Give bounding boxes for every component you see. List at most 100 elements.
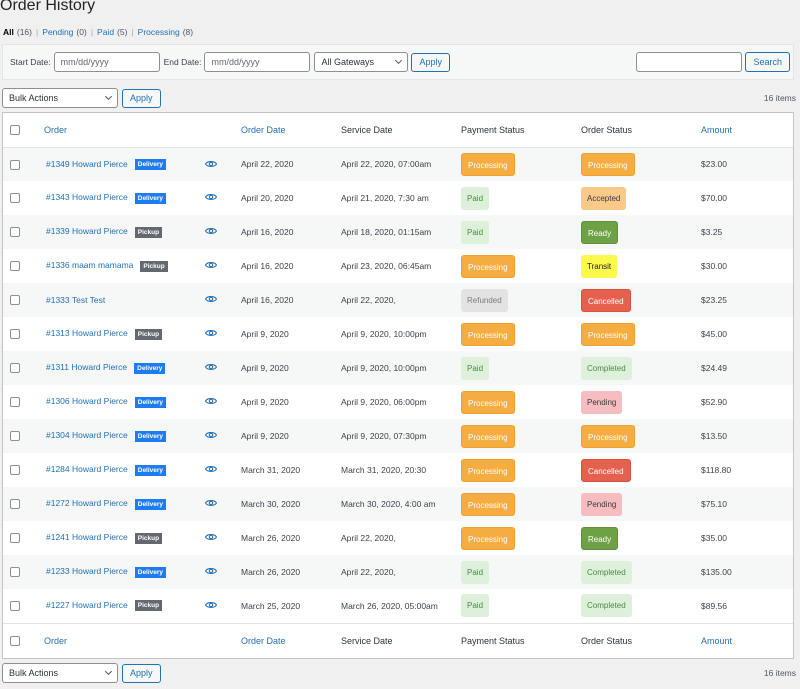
amount: $118.80 (701, 465, 732, 475)
payment-status-badge: Paid (461, 220, 490, 244)
bulk-apply-button[interactable]: Apply (122, 88, 161, 108)
amount: $23.25 (701, 295, 727, 305)
order-type-badge: Pickup (134, 226, 163, 238)
order-link[interactable]: #1306 Howard Pierce (46, 396, 128, 406)
view-link-all[interactable]: All (3, 27, 14, 37)
service-date: April 22, 2020, 07:00am (341, 159, 432, 170)
view-eye-icon[interactable] (204, 397, 218, 407)
amount: $30.00 (701, 261, 727, 271)
order-link[interactable]: #1304 Howard Pierce (46, 430, 128, 440)
service-date: April 9, 2020, 10:00pm (341, 329, 427, 339)
order-type-badge: Delivery (134, 362, 166, 374)
row-checkbox[interactable] (10, 227, 20, 238)
view-eye-icon[interactable] (204, 431, 218, 441)
table-row: #1313 Howard Pierce Pickup April 9, 2020 … (3, 317, 793, 351)
view-eye-icon[interactable] (204, 499, 218, 509)
start-date-label: Start Date: (10, 57, 51, 67)
column-amount[interactable]: Amount (701, 113, 793, 148)
end-date-label: End Date: (163, 57, 202, 67)
items-count: 16 items (763, 93, 796, 103)
order-link[interactable]: #1333 Test Test (46, 295, 105, 305)
column-order[interactable]: Order (33, 113, 205, 148)
search-button[interactable]: Search (745, 52, 790, 72)
order-type-badge: Pickup (134, 328, 163, 340)
table-row: #1233 Howard Pierce Delivery March 26, 20… (3, 555, 793, 589)
view-eye-icon[interactable] (204, 295, 218, 305)
view-link-processing[interactable]: Processing (138, 27, 180, 37)
view-eye-icon[interactable] (204, 601, 218, 611)
order-link[interactable]: #1336 maam mamama (46, 260, 133, 270)
search-input[interactable] (636, 52, 743, 72)
view-eye-icon[interactable] (204, 567, 218, 577)
column-amount-footer[interactable]: Amount (701, 622, 793, 658)
row-checkbox[interactable] (10, 567, 20, 578)
amount: $13.50 (701, 431, 727, 441)
view-eye-icon[interactable] (204, 193, 218, 203)
payment-status-badge: Paid (461, 560, 490, 584)
table-row: #1343 Howard Pierce Delivery April 20, 20… (3, 181, 793, 215)
amount: $135.00 (701, 567, 732, 577)
order-status-badge: Processing (581, 322, 635, 346)
row-checkbox[interactable] (10, 431, 20, 442)
bulk-apply-button-bottom[interactable]: Apply (122, 663, 161, 683)
gateway-select[interactable]: All Gateways (314, 52, 409, 72)
row-checkbox[interactable] (10, 533, 20, 544)
order-link[interactable]: #1343 Howard Pierce (46, 192, 128, 202)
order-link[interactable]: #1313 Howard Pierce (46, 328, 128, 338)
order-link[interactable]: #1311 Howard Pierce (46, 362, 127, 372)
order-type-badge: Delivery (134, 498, 167, 510)
order-link[interactable]: #1284 Howard Pierce (46, 464, 128, 474)
view-eye-icon[interactable] (204, 227, 218, 237)
order-link[interactable]: #1241 Howard Pierce (46, 532, 128, 542)
column-order-footer[interactable]: Order (33, 622, 205, 658)
service-date: April 9, 2020, 10:00pm (341, 363, 427, 373)
bulk-actions-select-bottom[interactable]: Bulk Actions (2, 663, 118, 683)
row-checkbox[interactable] (10, 295, 20, 306)
column-order-date[interactable]: Order Date (241, 113, 341, 148)
row-checkbox[interactable] (10, 499, 20, 510)
row-checkbox[interactable] (10, 261, 20, 272)
service-date: April 22, 2020, (341, 567, 396, 577)
order-link[interactable]: #1339 Howard Pierce (46, 226, 128, 236)
view-eye-icon[interactable] (204, 363, 218, 373)
table-row: #1304 Howard Pierce Delivery April 9, 202… (3, 419, 793, 453)
select-all-checkbox[interactable] (10, 125, 20, 136)
order-type-badge: Delivery (134, 464, 167, 476)
order-link[interactable]: #1227 Howard Pierce (46, 600, 128, 610)
payment-status-badge: Processing (461, 390, 515, 414)
view-count: (0) (76, 27, 87, 37)
order-link[interactable]: #1272 Howard Pierce (46, 498, 128, 508)
select-all-checkbox-footer[interactable] (10, 636, 20, 647)
view-eye-icon[interactable] (204, 465, 218, 475)
order-link[interactable]: #1233 Howard Pierce (46, 566, 128, 576)
view-eye-icon[interactable] (204, 329, 218, 339)
order-date: April 9, 2020 (241, 329, 289, 339)
row-checkbox[interactable] (10, 193, 20, 204)
view-eye-icon[interactable] (204, 261, 218, 271)
filter-bar: Start Date: mm/dd/yyyy End Date: mm/dd/y… (2, 44, 794, 80)
view-link-pending[interactable]: Pending (42, 27, 73, 37)
view-link-paid[interactable]: Paid (97, 27, 114, 37)
table-row: #1333 Test Test April 16, 2020 April 22,… (3, 283, 793, 317)
row-checkbox[interactable] (10, 159, 20, 170)
start-date-input[interactable]: mm/dd/yyyy (53, 52, 160, 72)
bulk-actions-select[interactable]: Bulk Actions (2, 88, 118, 108)
view-count: (8) (182, 27, 194, 37)
view-eye-icon[interactable] (204, 533, 218, 543)
order-date: March 26, 2020 (241, 567, 301, 577)
amount: $23.00 (701, 159, 727, 170)
end-date-input[interactable]: mm/dd/yyyy (204, 52, 311, 72)
row-checkbox[interactable] (10, 329, 20, 340)
payment-status-badge: Processing (461, 458, 515, 482)
column-order-date-footer[interactable]: Order Date (241, 622, 341, 658)
row-checkbox[interactable] (10, 465, 20, 476)
view-eye-icon[interactable] (204, 160, 218, 170)
row-checkbox[interactable] (10, 397, 20, 408)
filter-apply-button[interactable]: Apply (411, 52, 450, 72)
order-link[interactable]: #1349 Howard Pierce (46, 159, 128, 169)
order-status-badge: Cancelled (581, 458, 631, 482)
table-header-row: Order Order Date Service Date Payment St… (3, 113, 793, 148)
column-service-date: Service Date (341, 113, 461, 148)
row-checkbox[interactable] (10, 601, 20, 612)
row-checkbox[interactable] (10, 363, 20, 374)
